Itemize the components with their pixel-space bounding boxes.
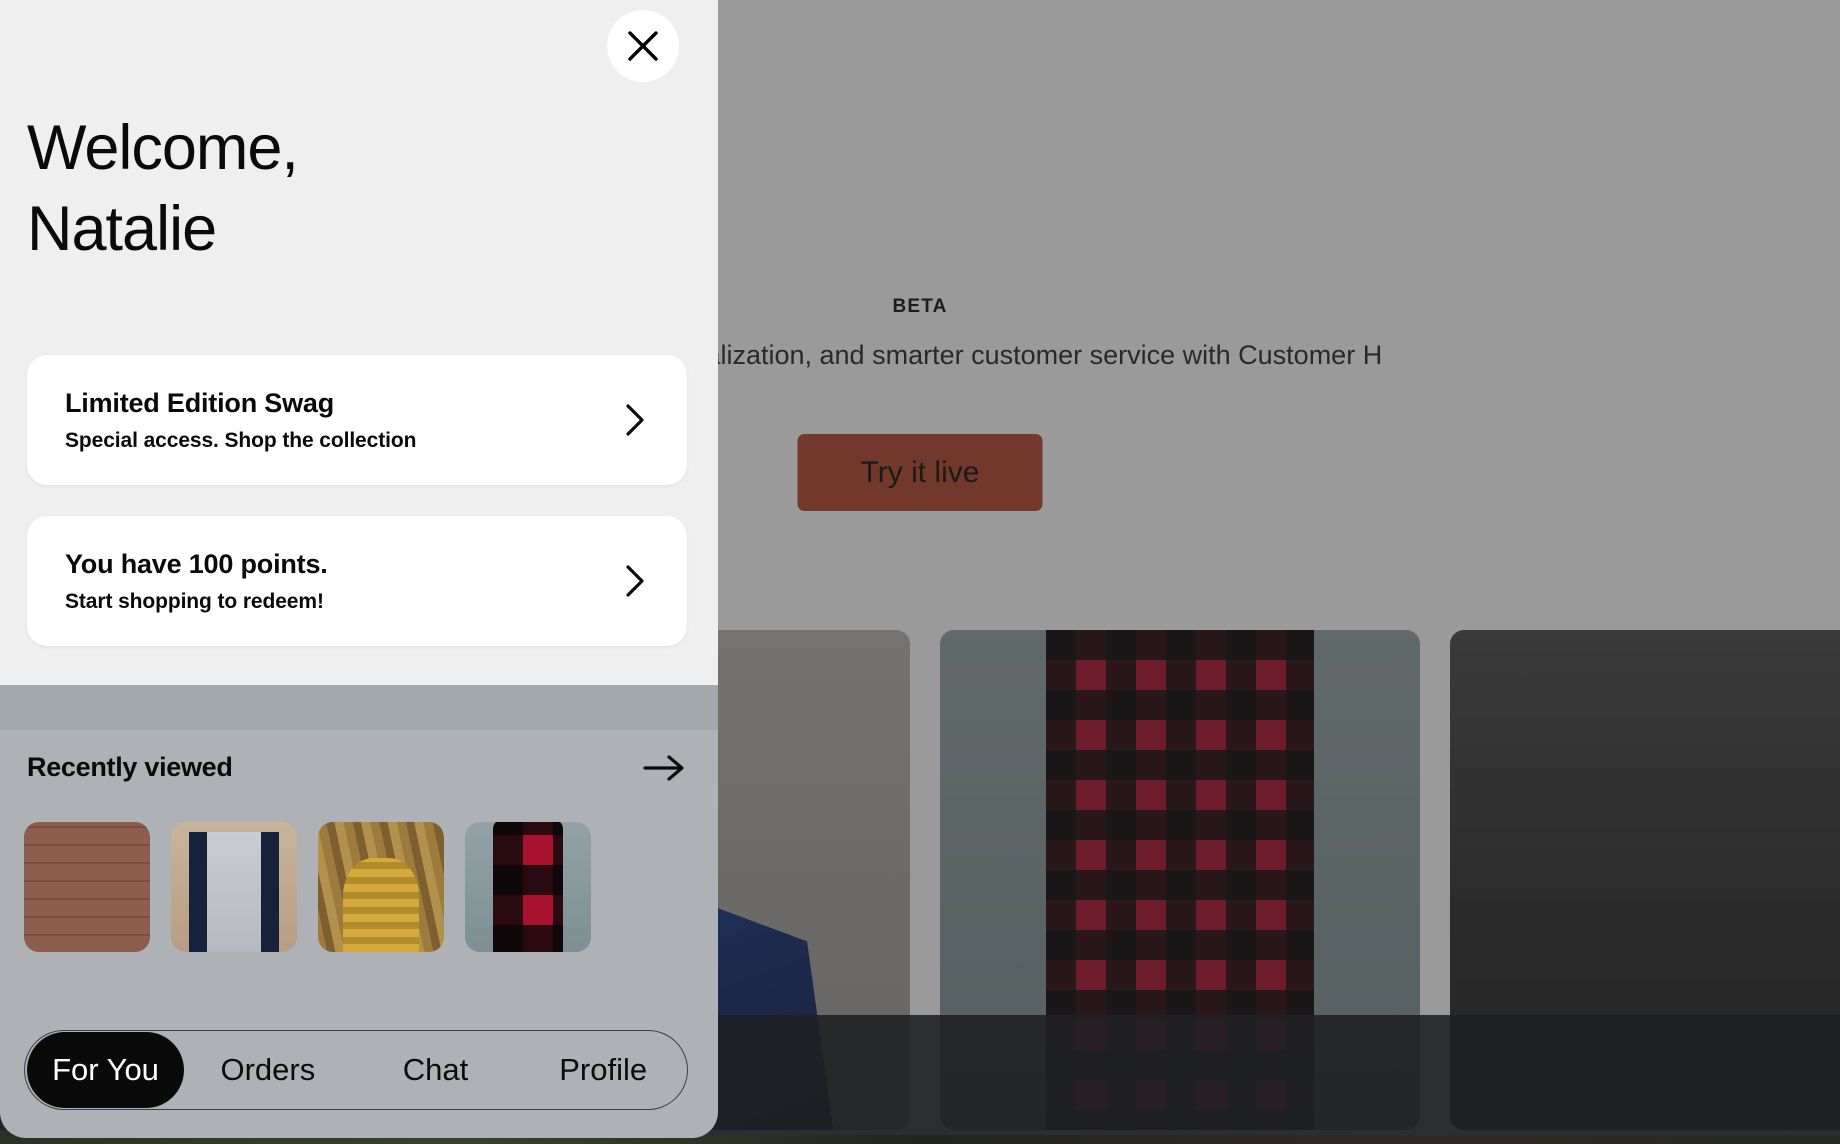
leather-bag-thumbnail[interactable]: [24, 822, 150, 952]
promo-subtitle: Special access. Shop the collection: [65, 428, 417, 452]
camera-knit-hat-thumbnail[interactable]: [318, 822, 444, 952]
promo-card-points-balance[interactable]: You have 100 points. Start shopping to r…: [27, 516, 687, 646]
customer-hub-panel: Welcome, Natalie Limited Edition Swag Sp…: [0, 0, 718, 1138]
tab-chat[interactable]: Chat: [352, 1031, 520, 1109]
recently-viewed-header: Recently viewed: [27, 752, 687, 783]
promo-text: You have 100 points. Start shopping to r…: [65, 549, 621, 614]
arrow-right-icon[interactable]: [643, 753, 687, 783]
promo-text: Limited Edition Swag Special access. Sho…: [65, 388, 621, 453]
tab-orders[interactable]: Orders: [184, 1031, 352, 1109]
promo-card-limited-edition-swag[interactable]: Limited Edition Swag Special access. Sho…: [27, 355, 687, 485]
chevron-right-icon: [621, 398, 649, 442]
page-title: Welcome, Natalie: [27, 113, 299, 264]
recently-viewed-title: Recently viewed: [27, 752, 233, 782]
varsity-jacket-thumbnail[interactable]: [171, 822, 297, 952]
chevron-right-icon: [621, 559, 649, 603]
panel-divider-band: [0, 685, 718, 730]
tab-profile[interactable]: Profile: [519, 1031, 687, 1109]
close-icon: [626, 29, 660, 63]
promo-title: You have 100 points.: [65, 548, 328, 579]
tab-for-you[interactable]: For You: [27, 1032, 184, 1108]
recently-viewed-thumbnails: [24, 822, 591, 952]
promo-title: Limited Edition Swag: [65, 387, 335, 418]
close-button[interactable]: [607, 10, 679, 82]
red-plaid-flannel-thumbnail[interactable]: [465, 822, 591, 952]
bottom-tab-bar: For You Orders Chat Profile: [24, 1030, 688, 1110]
promo-subtitle: Start shopping to redeem!: [65, 589, 324, 613]
try-it-live-button[interactable]: Try it live: [797, 434, 1043, 511]
